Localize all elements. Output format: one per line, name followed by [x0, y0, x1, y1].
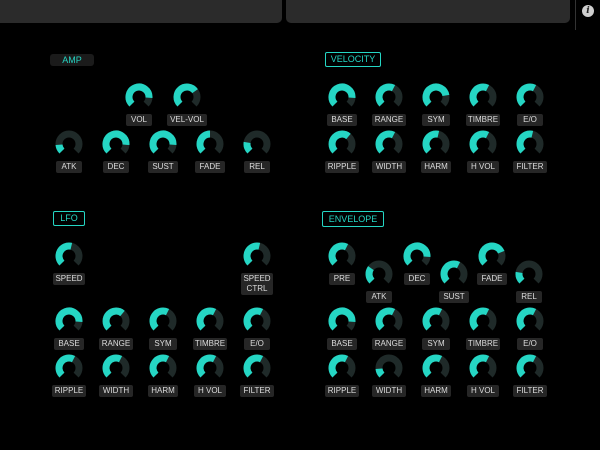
knob-label-sust: SUST: [148, 161, 178, 173]
knob-range[interactable]: [375, 307, 403, 335]
knob-harm[interactable]: [422, 354, 450, 382]
knob-h-vol[interactable]: [196, 354, 224, 382]
knob-e-o[interactable]: [516, 307, 544, 335]
knob-label-speed-ctrl: SPEED CTRL: [241, 273, 273, 295]
knob-vel-vol[interactable]: [173, 83, 201, 111]
knob-base[interactable]: [328, 83, 356, 111]
knob-h-vol[interactable]: [469, 354, 497, 382]
section-title-amp: AMP: [50, 54, 94, 66]
knob-label-range: RANGE: [99, 338, 133, 350]
knob-label-timbre: TIMBRE: [466, 114, 500, 126]
knob-label-range: RANGE: [372, 114, 406, 126]
knob-sym[interactable]: [422, 307, 450, 335]
knob-label-e-o: E/O: [517, 338, 543, 350]
knob-e-o[interactable]: [243, 307, 271, 335]
knob-harm[interactable]: [422, 130, 450, 158]
knob-label-base: BASE: [54, 338, 84, 350]
knob-label-ripple: RIPPLE: [52, 385, 86, 397]
knob-speed[interactable]: [55, 242, 83, 270]
info-icon[interactable]: i: [582, 5, 594, 17]
section-title-envelope: ENVELOPE: [322, 211, 384, 227]
knob-filter[interactable]: [516, 354, 544, 382]
knob-label-sym: SYM: [422, 338, 450, 350]
knob-label-rel: REL: [516, 291, 542, 303]
knob-label-dec: DEC: [103, 161, 129, 173]
knob-label-ripple: RIPPLE: [325, 161, 359, 173]
knob-ripple[interactable]: [328, 130, 356, 158]
knob-label-ripple: RIPPLE: [325, 385, 359, 397]
knob-label-sym: SYM: [422, 114, 450, 126]
knob-rel[interactable]: [515, 260, 543, 288]
knob-vol[interactable]: [125, 83, 153, 111]
knob-ripple[interactable]: [55, 354, 83, 382]
knob-label-rel: REL: [244, 161, 270, 173]
knob-label-filter: FILTER: [240, 385, 274, 397]
knob-width[interactable]: [102, 354, 130, 382]
knob-width[interactable]: [375, 354, 403, 382]
knob-label-fade: FADE: [477, 273, 507, 285]
knob-label-e-o: E/O: [517, 114, 543, 126]
knob-filter[interactable]: [516, 130, 544, 158]
knob-timbre[interactable]: [469, 83, 497, 111]
knob-width[interactable]: [375, 130, 403, 158]
knob-label-vel-vol: VEL-VOL: [167, 114, 207, 126]
knob-filter[interactable]: [243, 354, 271, 382]
section-title-velocity: VELOCITY: [325, 52, 381, 67]
knob-label-width: WIDTH: [372, 161, 406, 173]
knob-h-vol[interactable]: [469, 130, 497, 158]
knob-fade[interactable]: [478, 242, 506, 270]
knob-base[interactable]: [328, 307, 356, 335]
knob-label-sust: SUST: [439, 291, 469, 303]
knob-label-fade: FADE: [195, 161, 225, 173]
knob-fade[interactable]: [196, 130, 224, 158]
knob-label-filter: FILTER: [513, 161, 547, 173]
knob-range[interactable]: [102, 307, 130, 335]
knob-label-timbre: TIMBRE: [193, 338, 227, 350]
top-bar-left-panel[interactable]: [0, 0, 282, 23]
knob-timbre[interactable]: [469, 307, 497, 335]
knob-label-filter: FILTER: [513, 385, 547, 397]
top-bar-center-panel[interactable]: [286, 0, 570, 23]
top-bar-divider: [575, 0, 576, 30]
knob-speed-ctrl[interactable]: [243, 242, 271, 270]
knob-label-atk: ATK: [366, 291, 392, 303]
knob-range[interactable]: [375, 83, 403, 111]
knob-label-width: WIDTH: [99, 385, 133, 397]
knob-ripple[interactable]: [328, 354, 356, 382]
knob-label-e-o: E/O: [244, 338, 270, 350]
knob-label-atk: ATK: [56, 161, 82, 173]
knob-label-speed: SPEED: [53, 273, 85, 285]
knob-timbre[interactable]: [196, 307, 224, 335]
knob-sust[interactable]: [149, 130, 177, 158]
knob-label-sym: SYM: [149, 338, 177, 350]
knob-rel[interactable]: [243, 130, 271, 158]
knob-label-dec: DEC: [404, 273, 430, 285]
knob-dec[interactable]: [102, 130, 130, 158]
top-bar: i: [0, 0, 600, 30]
knob-label-harm: HARM: [421, 385, 451, 397]
knob-label-width: WIDTH: [372, 385, 406, 397]
knob-label-h-vol: H VOL: [467, 161, 499, 173]
knob-atk[interactable]: [55, 130, 83, 158]
knob-harm[interactable]: [149, 354, 177, 382]
knob-pre[interactable]: [328, 242, 356, 270]
knob-atk[interactable]: [365, 260, 393, 288]
knob-label-base: BASE: [327, 114, 357, 126]
knob-label-base: BASE: [327, 338, 357, 350]
knob-label-pre: PRE: [329, 273, 355, 285]
knob-label-timbre: TIMBRE: [466, 338, 500, 350]
knob-sym[interactable]: [422, 83, 450, 111]
knob-label-harm: HARM: [148, 385, 178, 397]
knob-base[interactable]: [55, 307, 83, 335]
knob-label-harm: HARM: [421, 161, 451, 173]
knob-label-range: RANGE: [372, 338, 406, 350]
knob-sym[interactable]: [149, 307, 177, 335]
section-title-lfo: LFO: [53, 211, 85, 226]
knob-sust[interactable]: [440, 260, 468, 288]
knob-e-o[interactable]: [516, 83, 544, 111]
knob-label-h-vol: H VOL: [467, 385, 499, 397]
knob-dec[interactable]: [403, 242, 431, 270]
knob-label-vol: VOL: [126, 114, 152, 126]
knob-label-h-vol: H VOL: [194, 385, 226, 397]
